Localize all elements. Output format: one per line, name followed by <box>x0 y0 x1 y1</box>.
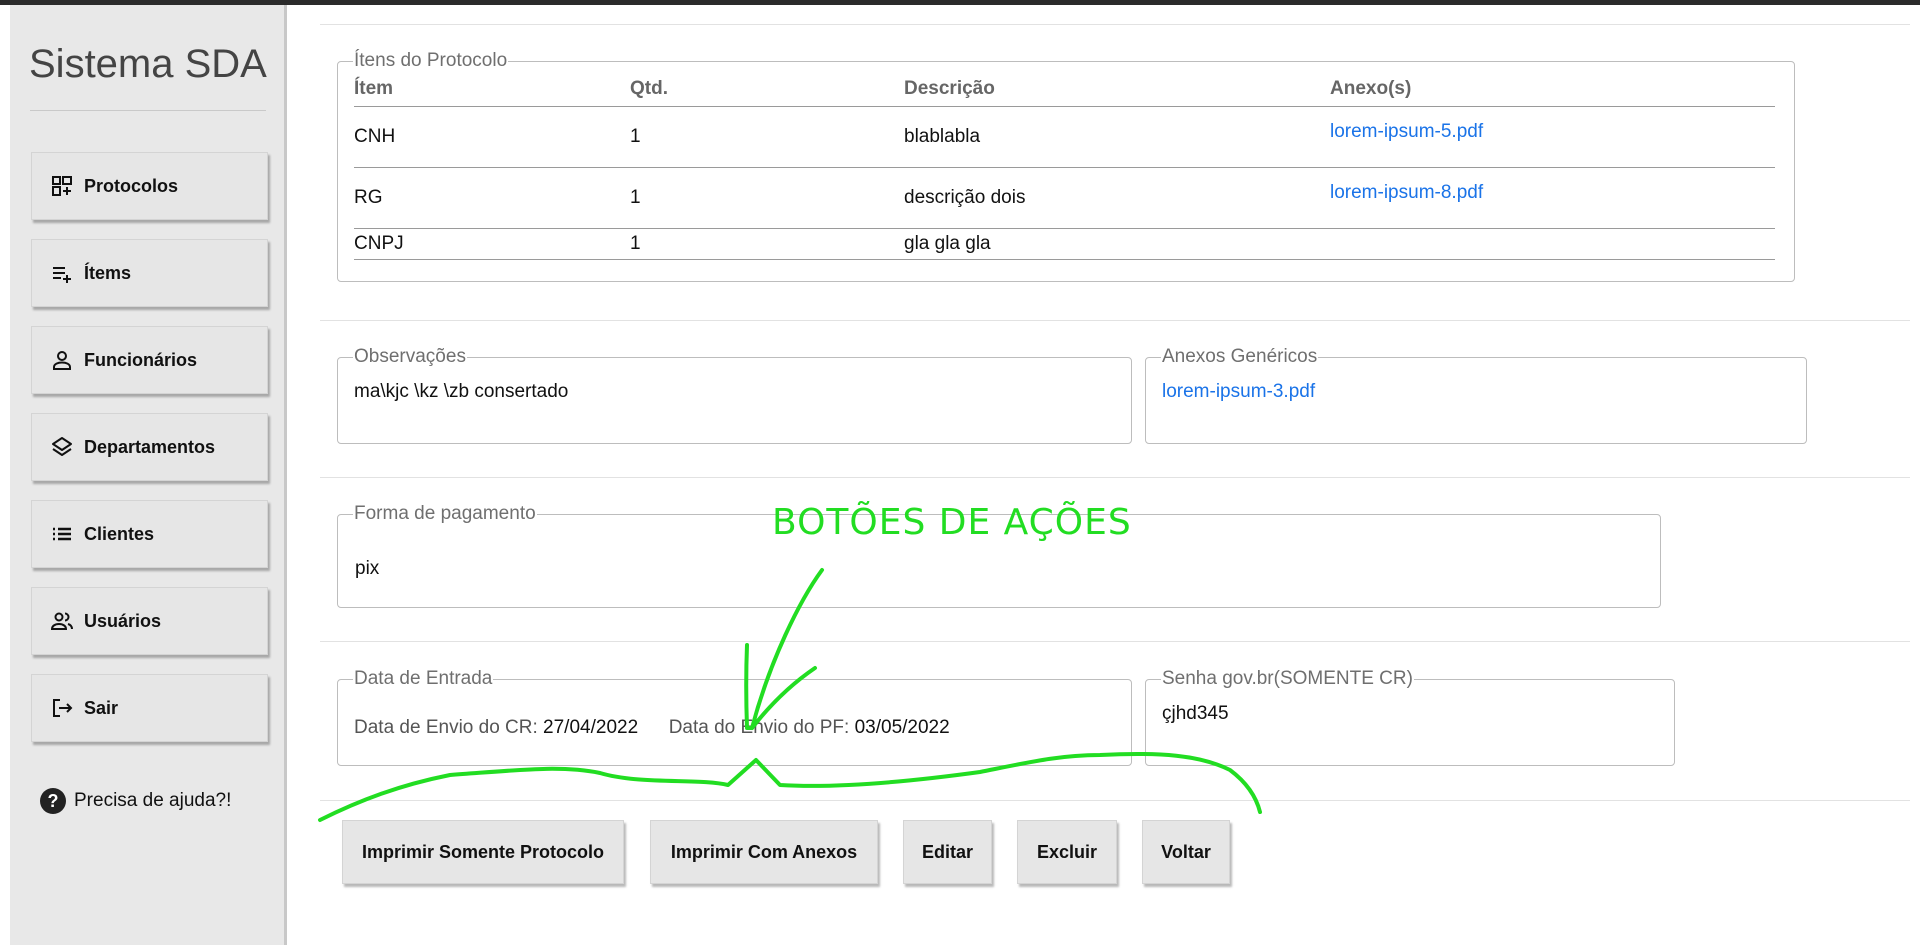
column-header-descricao: Descrição <box>904 76 1330 107</box>
sidebar-item-label: Usuários <box>84 610 162 631</box>
sidebar-item-label: Ítems <box>84 262 132 283</box>
print-protocol-button[interactable]: Imprimir Somente Protocolo <box>342 820 624 884</box>
people-icon <box>50 612 73 630</box>
protocol-items-legend: Ítens do Protocolo <box>354 50 508 71</box>
section-divider <box>320 641 1910 642</box>
pf-date-label: Data do Envio do PF: <box>668 717 850 738</box>
annotation-label: BOTÕES DE AÇÕES <box>772 502 1132 543</box>
section-divider <box>320 477 1910 478</box>
dashboard-icon <box>52 176 72 196</box>
cell-item: RG <box>354 167 630 229</box>
sidebar-item-departamentos[interactable]: Departamentos <box>31 413 268 481</box>
section-divider <box>320 320 1910 321</box>
table-row: RG 1 descrição dois lorem-ipsum-8.pdf <box>354 167 1775 229</box>
person-icon <box>53 351 71 370</box>
anexos-genericos-legend: Anexos Genéricos <box>1162 346 1318 367</box>
senha-fieldset: Senha gov.br(SOMENTE CR) çjhd345 <box>1145 668 1675 766</box>
anexos-genericos-fieldset: Anexos Genéricos lorem-ipsum-3.pdf <box>1145 346 1807 444</box>
table-row: CNPJ 1 gla gla gla <box>354 228 1775 260</box>
cell-anexo <box>1330 228 1775 260</box>
help-circle-icon: ? <box>40 788 66 814</box>
delete-button[interactable]: Excluir <box>1017 820 1117 884</box>
attachment-link[interactable]: lorem-ipsum-5.pdf <box>1330 121 1483 142</box>
observacoes-legend: Observações <box>354 346 466 367</box>
protocol-items-table: Ítem Qtd. Descrição Anexo(s) CNH 1 blabl… <box>354 76 1775 260</box>
sidebar-item-usuarios[interactable]: Usuários <box>31 587 268 655</box>
playlist-add-icon <box>53 267 71 283</box>
attachment-link[interactable]: lorem-ipsum-8.pdf <box>1330 182 1483 203</box>
sidebar-item-label: Sair <box>84 697 119 718</box>
senha-value: çjhd345 <box>1162 703 1229 724</box>
sidebar-item-clientes[interactable]: Clientes <box>31 500 268 568</box>
protocol-items-fieldset: Ítens do Protocolo Ítem Qtd. Descrição A… <box>337 50 1795 282</box>
section-divider <box>320 800 1910 801</box>
cell-descricao: gla gla gla <box>904 228 1330 260</box>
print-with-attachments-button[interactable]: Imprimir Com Anexos <box>650 820 878 884</box>
column-header-qtd: Qtd. <box>630 76 904 107</box>
sidebar-item-label: Departamentos <box>84 436 216 457</box>
table-header-row: Ítem Qtd. Descrição Anexo(s) <box>354 76 1775 107</box>
layers-icon <box>52 437 72 456</box>
logout-icon <box>53 699 73 717</box>
help-link[interactable]: ? Precisa de ajuda?! <box>40 788 231 814</box>
pf-date-value: 03/05/2022 <box>854 717 950 738</box>
column-header-item: Ítem <box>354 76 630 107</box>
cell-descricao: blablabla <box>904 106 1330 168</box>
column-header-anexos: Anexo(s) <box>1330 76 1775 107</box>
cell-qtd: 1 <box>630 106 904 168</box>
cell-descricao: descrição dois <box>904 167 1330 229</box>
list-icon <box>53 527 71 541</box>
senha-legend: Senha gov.br(SOMENTE CR) <box>1162 668 1413 689</box>
app-title: Sistema SDA <box>29 42 267 86</box>
sidebar-item-funcionarios[interactable]: Funcionários <box>31 326 268 394</box>
sidebar-divider <box>30 110 266 111</box>
back-button[interactable]: Voltar <box>1142 820 1230 884</box>
datas-fieldset: Data de Entrada Data de Envio do CR: 27/… <box>337 668 1132 766</box>
edit-button[interactable]: Editar <box>903 820 992 884</box>
sidebar-item-sair[interactable]: Sair <box>31 674 268 742</box>
observacoes-value: ma\kjc \kz \zb consertado <box>354 381 569 402</box>
section-divider <box>320 24 1910 25</box>
forma-pagamento-legend: Forma de pagamento <box>354 503 536 524</box>
forma-pagamento-value: pix <box>355 558 380 579</box>
cell-item: CNPJ <box>354 228 630 260</box>
top-bar <box>0 0 1920 5</box>
cr-date-value: 27/04/2022 <box>543 717 639 738</box>
table-row: CNH 1 blablabla lorem-ipsum-5.pdf <box>354 106 1775 168</box>
cr-date-label: Data de Envio do CR: <box>354 717 538 738</box>
sidebar: Sistema SDA Protocolos Ítems Funcionário… <box>10 5 287 945</box>
generic-attachment-link[interactable]: lorem-ipsum-3.pdf <box>1162 381 1315 402</box>
cell-qtd: 1 <box>630 228 904 260</box>
sidebar-item-protocolos[interactable]: Protocolos <box>31 152 268 220</box>
observacoes-fieldset: Observações ma\kjc \kz \zb consertado <box>337 346 1132 444</box>
help-label: Precisa de ajuda?! <box>74 790 232 811</box>
sidebar-item-label: Clientes <box>84 523 155 544</box>
cell-item: CNH <box>354 106 630 168</box>
sidebar-item-items[interactable]: Ítems <box>31 239 268 307</box>
datas-legend: Data de Entrada <box>354 668 493 689</box>
cell-qtd: 1 <box>630 167 904 229</box>
sidebar-item-label: Protocolos <box>84 175 179 196</box>
sidebar-item-label: Funcionários <box>84 349 198 370</box>
datas-values: Data de Envio do CR: 27/04/2022 Data do … <box>354 717 1115 739</box>
